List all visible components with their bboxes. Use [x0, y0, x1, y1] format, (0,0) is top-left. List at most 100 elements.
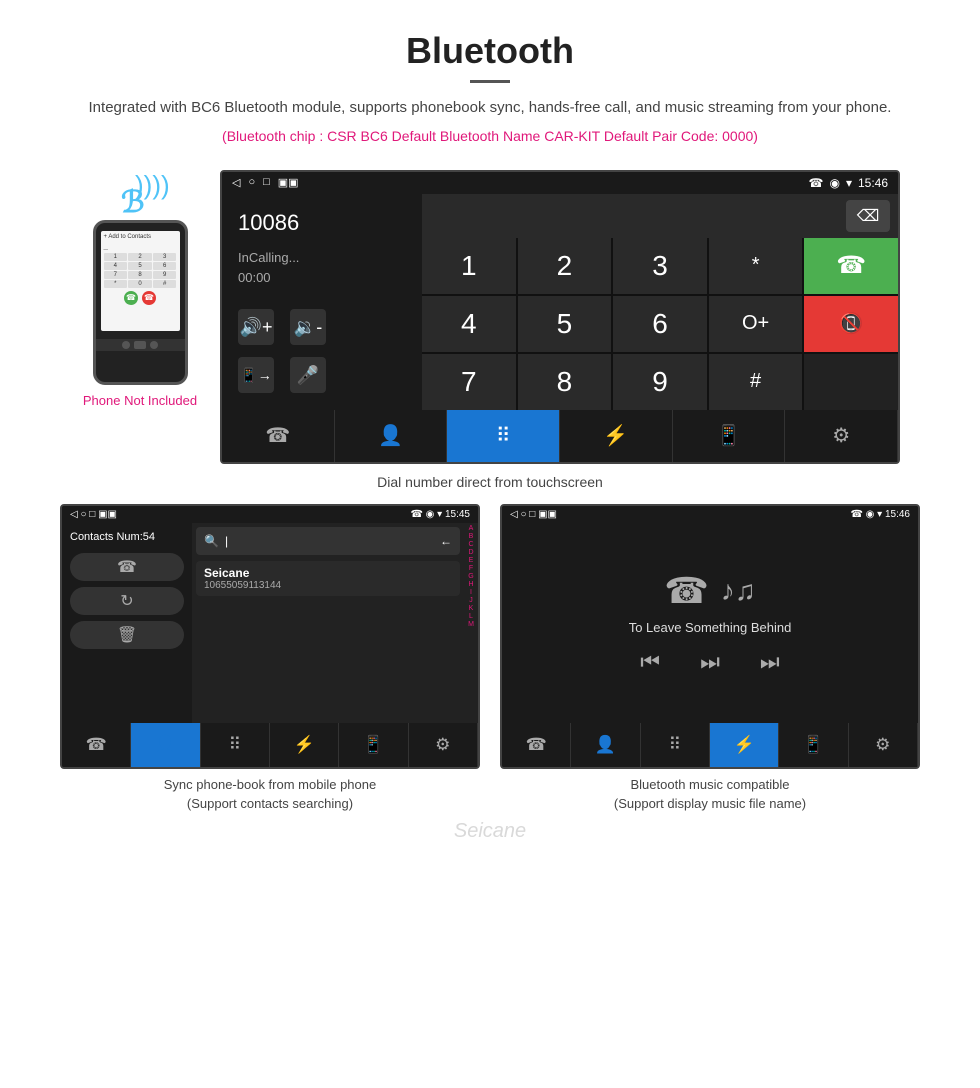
key-4[interactable]: 4 [422, 296, 516, 352]
music-caption-line1: Bluetooth music compatible [500, 775, 920, 795]
keypad-grid: 1 2 3 * ☎ 4 5 6 O+ 📵 7 8 9 # [422, 238, 898, 410]
contacts-toolbar-settings[interactable]: ⚙ [409, 723, 478, 767]
phone-status-icon: ☎ [809, 176, 824, 190]
contacts-caption-line2: (Support contacts searching) [60, 794, 480, 814]
dial-input-row: ⌫ [422, 194, 898, 238]
music-toolbar: ☎ 👤 ⠿ ⚡ 📱 ⚙ [502, 723, 918, 767]
contacts-left-panel: Contacts Num:54 ☎ ↻ 🗑 [62, 523, 192, 723]
contacts-statusbar-left: ◁ ○ □ ▣▣ [70, 509, 117, 520]
search-icon: 🔍 [204, 534, 219, 548]
contact-item[interactable]: Seicane 10655059113144 [196, 561, 460, 596]
statusbar-left: ◁ ○ □ ▣▣ [232, 176, 299, 189]
toolbar-settings[interactable]: ⚙ [785, 410, 898, 462]
contacts-statusbar: ◁ ○ □ ▣▣ ☎ ◉ ▾ 15:45 [62, 506, 478, 523]
phone-screen-content: + Add to Contacts _ 123 456 789 *0# ☎ ☎ [101, 231, 180, 331]
key-7[interactable]: 7 [422, 354, 516, 410]
contacts-toolbar-keypad[interactable]: ⠿ [201, 723, 270, 767]
android-dial-screen: ◁ ○ □ ▣▣ ☎ ◉ ▾ 15:46 10086 InCalling... … [220, 170, 900, 464]
volume-controls[interactable]: 🔊+ 🔉- [238, 309, 406, 345]
key-1[interactable]: 1 [422, 238, 516, 294]
contacts-panel: ◁ ○ □ ▣▣ ☎ ◉ ▾ 15:45 Contacts Num:54 ☎ ↻… [60, 504, 480, 769]
music-statusbar-right: ☎ ◉ ▾ 15:46 [850, 509, 910, 520]
contacts-right-panel: 🔍 | ← Seicane 10655059113144 A B C D [192, 523, 478, 723]
page-title: Bluetooth [60, 30, 920, 72]
contacts-list: 🔍 | ← Seicane 10655059113144 [192, 523, 464, 723]
sync-button[interactable]: ↻ [70, 587, 184, 615]
music-phone-icon: ☎ [664, 570, 709, 612]
music-controls[interactable]: ⏮ ⏭ ⏭ [640, 649, 779, 675]
call-contact-button[interactable]: ☎ [70, 553, 184, 581]
volume-up-button[interactable]: 🔊+ [238, 309, 274, 345]
contacts-toolbar-contacts[interactable]: 👤 [131, 723, 200, 767]
wifi-icon: ▾ [846, 176, 852, 190]
volume-down-button[interactable]: 🔉- [290, 309, 326, 345]
contacts-body: Contacts Num:54 ☎ ↻ 🗑 🔍 | ← Seicane 1065… [62, 523, 478, 723]
contact-number: 10655059113144 [204, 580, 452, 591]
key-8[interactable]: 8 [518, 354, 612, 410]
end-call-button[interactable]: 📵 [804, 296, 898, 352]
extra-controls[interactable]: 📱→ 🎤 [238, 357, 406, 393]
contacts-toolbar-calls[interactable]: ☎ [62, 723, 131, 767]
music-panel: ◁ ○ □ ▣▣ ☎ ◉ ▾ 15:46 ☎ ♪♫ To Leave Somet… [500, 504, 920, 769]
back-icon: ◁ [232, 176, 240, 189]
call-button[interactable]: ☎ [804, 238, 898, 294]
music-toolbar-transfer[interactable]: 📱 [779, 723, 848, 767]
contact-name: Seicane [204, 566, 452, 580]
toolbar-transfer[interactable]: 📱 [673, 410, 786, 462]
key-6[interactable]: 6 [613, 296, 707, 352]
bluetooth-signal-icon: )))) ℬ [115, 170, 165, 220]
music-toolbar-keypad[interactable]: ⠿ [641, 723, 710, 767]
time-display: 15:46 [858, 176, 888, 190]
music-caption: Bluetooth music compatible (Support disp… [500, 775, 920, 814]
backspace-search-icon: ← [440, 534, 452, 548]
prev-track-button[interactable]: ⏮ [640, 649, 660, 675]
contacts-toolbar-transfer[interactable]: 📱 [339, 723, 408, 767]
call-status: InCalling... 00:00 [238, 248, 406, 290]
toolbar-calls[interactable]: ☎ [222, 410, 335, 462]
contacts-statusbar-right: ☎ ◉ ▾ 15:45 [410, 509, 470, 520]
transfer-button[interactable]: 📱→ [238, 357, 274, 393]
dial-caption: Dial number direct from touchscreen [0, 474, 980, 490]
title-divider [470, 80, 510, 83]
key-hash[interactable]: # [709, 354, 803, 410]
contacts-caption: Sync phone-book from mobile phone (Suppo… [60, 775, 480, 814]
key-5[interactable]: 5 [518, 296, 612, 352]
music-toolbar-contacts[interactable]: 👤 [571, 723, 640, 767]
bottom-panels: ◁ ○ □ ▣▣ ☎ ◉ ▾ 15:45 Contacts Num:54 ☎ ↻… [0, 504, 980, 769]
page-header: Bluetooth Integrated with BC6 Bluetooth … [0, 0, 980, 170]
alpha-index: A B C D E F G H I J K L M [464, 523, 478, 723]
dial-statusbar: ◁ ○ □ ▣▣ ☎ ◉ ▾ 15:46 [222, 172, 898, 194]
home-icon: ○ [248, 176, 255, 189]
key-3[interactable]: 3 [613, 238, 707, 294]
statusbar-right: ☎ ◉ ▾ 15:46 [809, 176, 889, 190]
watermark: Seicane [0, 820, 980, 843]
next-track-button[interactable]: ⏭ [760, 649, 780, 675]
key-star[interactable]: * [709, 238, 803, 294]
dial-left-panel: 10086 InCalling... 00:00 🔊+ 🔉- 📱→ 🎤 [222, 194, 422, 410]
contacts-search-bar[interactable]: 🔍 | ← [196, 527, 460, 555]
dialed-number: 10086 [238, 210, 406, 236]
key-empty [804, 354, 898, 410]
phone-image: + Add to Contacts _ 123 456 789 *0# ☎ ☎ [93, 220, 188, 385]
header-description: Integrated with BC6 Bluetooth module, su… [60, 97, 920, 120]
toolbar-contacts[interactable]: 👤 [335, 410, 448, 462]
music-statusbar-left: ◁ ○ □ ▣▣ [510, 509, 557, 520]
key-2[interactable]: 2 [518, 238, 612, 294]
mute-button[interactable]: 🎤 [290, 357, 326, 393]
toolbar-keypad[interactable]: ⠿ [447, 410, 560, 462]
music-toolbar-calls[interactable]: ☎ [502, 723, 571, 767]
contacts-toolbar-bluetooth[interactable]: ⚡ [270, 723, 339, 767]
dial-main-area: 10086 InCalling... 00:00 🔊+ 🔉- 📱→ 🎤 ⌫ [222, 194, 898, 410]
key-9[interactable]: 9 [613, 354, 707, 410]
music-toolbar-bluetooth[interactable]: ⚡ [710, 723, 779, 767]
call-status-time: 00:00 [238, 268, 406, 289]
play-pause-button[interactable]: ⏭ [700, 649, 720, 675]
toolbar-bluetooth[interactable]: ⚡ [560, 410, 673, 462]
contacts-back-icon: ◁ ○ □ ▣▣ [70, 509, 117, 520]
backspace-button[interactable]: ⌫ [846, 200, 890, 232]
music-toolbar-settings[interactable]: ⚙ [849, 723, 918, 767]
dial-toolbar: ☎ 👤 ⠿ ⚡ 📱 ⚙ [222, 410, 898, 462]
key-o-plus[interactable]: O+ [709, 296, 803, 352]
delete-button[interactable]: 🗑 [70, 621, 184, 649]
music-icon-area: ☎ ♪♫ [664, 570, 756, 612]
